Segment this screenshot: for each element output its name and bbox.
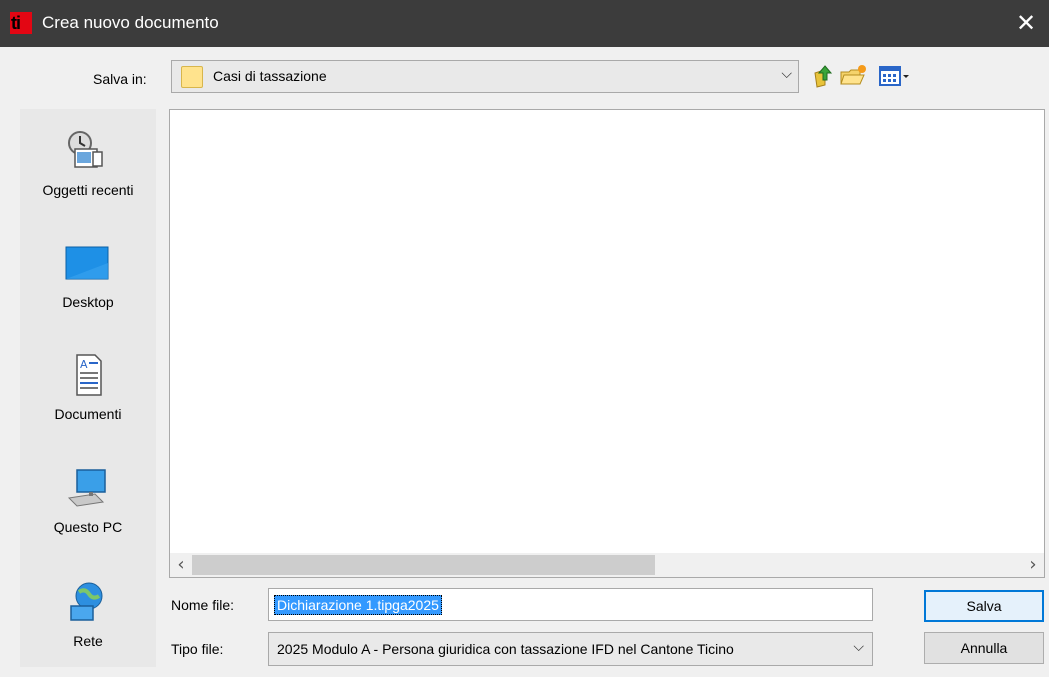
view-menu-button[interactable] [878, 63, 916, 89]
file-type-label: Tipo file: [171, 641, 224, 657]
place-label: Rete [73, 633, 103, 649]
new-folder-icon [840, 65, 866, 85]
scroll-right-icon[interactable]: › [1022, 553, 1044, 577]
chevron-down-icon: ⌵ [853, 639, 864, 655]
place-documents[interactable]: A Documenti [20, 353, 156, 453]
place-recent-items[interactable]: Oggetti recenti [20, 129, 156, 229]
computer-icon [67, 469, 106, 507]
save-in-label: Salva in: [93, 71, 147, 87]
up-folder-icon [814, 65, 833, 88]
chevron-down-icon: ⌵ [781, 66, 792, 82]
up-folder-button[interactable] [811, 63, 837, 89]
svg-text:A: A [80, 358, 88, 371]
file-list[interactable]: ‹ › [169, 109, 1045, 578]
horizontal-scrollbar[interactable]: ‹ › [170, 553, 1044, 577]
file-type-value: 2025 Modulo A - Persona giuridica con ta… [277, 641, 734, 657]
places-sidebar: Oggetti recenti Desktop A Documenti Ques… [20, 109, 156, 667]
folder-icon [181, 66, 203, 88]
place-this-pc[interactable]: Questo PC [20, 466, 156, 566]
file-name-value: Dichiarazione 1.tipga2025 [274, 595, 442, 615]
scrollbar-thumb[interactable] [192, 555, 655, 575]
title-bar: ti Crea nuovo documento ✕ [0, 0, 1049, 47]
place-desktop[interactable]: Desktop [20, 241, 156, 341]
scroll-left-icon[interactable]: ‹ [170, 553, 192, 577]
recent-items-icon [68, 131, 103, 168]
place-network[interactable]: Rete [20, 580, 156, 677]
place-label: Desktop [62, 294, 114, 310]
documents-icon: A [76, 354, 102, 396]
file-name-input[interactable]: Dichiarazione 1.tipga2025 [268, 588, 873, 621]
file-type-dropdown[interactable]: 2025 Modulo A - Persona giuridica con ta… [268, 632, 873, 666]
app-logo-icon: ti [10, 12, 32, 34]
place-label: Documenti [54, 406, 122, 422]
save-in-dropdown[interactable]: Casi di tassazione ⌵ [171, 60, 799, 93]
new-folder-button[interactable] [838, 63, 866, 89]
place-label: Questo PC [53, 519, 123, 535]
view-menu-icon [879, 66, 909, 86]
desktop-icon [65, 246, 109, 280]
cancel-button[interactable]: Annulla [924, 632, 1044, 664]
network-icon [70, 582, 103, 621]
place-label: Oggetti recenti [42, 182, 134, 198]
window-title: Crea nuovo documento [42, 13, 219, 32]
file-name-label: Nome file: [171, 597, 235, 613]
save-button[interactable]: Salva [924, 590, 1044, 622]
save-in-value: Casi di tassazione [213, 68, 327, 84]
close-button[interactable]: ✕ [1003, 0, 1049, 47]
